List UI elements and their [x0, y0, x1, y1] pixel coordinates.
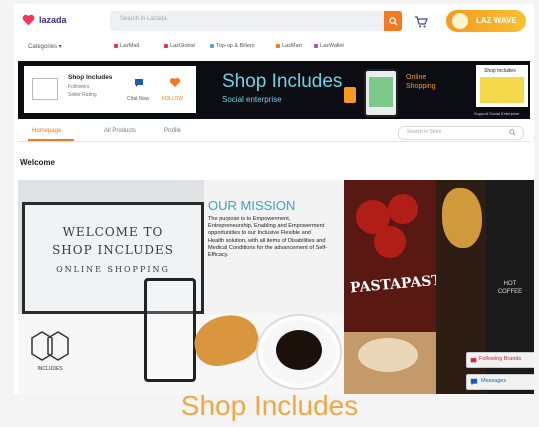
message-icon — [470, 378, 478, 386]
coffee-board-text: HOT COFFEE — [490, 280, 530, 296]
categories-dropdown[interactable]: Categories ▾ — [28, 43, 62, 50]
lazwallet-icon — [314, 44, 318, 48]
category-item-lazwallet[interactable]: LazWallet — [314, 43, 344, 49]
banner-thumbnail: Shop Includes — [476, 65, 528, 107]
store-followers: Followers — [68, 84, 90, 90]
search-icon — [388, 16, 398, 26]
thumb-image — [480, 77, 524, 103]
tab-all-products[interactable]: All Products — [104, 128, 136, 134]
cart-button[interactable] — [414, 15, 428, 33]
hero-collage: WELCOME TO SHOP INCLUDES ONLINE SHOPPING… — [18, 180, 534, 394]
messages-button[interactable]: Messages — [466, 374, 534, 390]
category-item-lazglobal[interactable]: LazGlobal — [164, 43, 195, 49]
top-bar: lazada Search in Lazada LAZ WAVE — [14, 4, 534, 38]
store-info-card: Shop Includes Followers Seller Rating Ch… — [24, 66, 196, 113]
pasta-plate — [358, 338, 418, 372]
browser-page: lazada Search in Lazada LAZ WAVE Categor… — [14, 4, 534, 394]
thumb-caption: Support Social Enterprise — [474, 111, 520, 116]
lazmall-icon — [114, 44, 118, 48]
store-icon — [470, 358, 477, 363]
store-search-input[interactable]: Search in Store — [398, 126, 524, 140]
category-item-lazmall[interactable]: LazMall — [114, 43, 139, 49]
promo-banner[interactable]: LAZ WAVE — [446, 10, 526, 32]
category-label: LazGlobal — [170, 43, 195, 49]
pasta-swirl-image — [442, 188, 482, 248]
heart-logo-icon — [22, 14, 35, 26]
follow-button[interactable]: FOLLOW — [162, 96, 183, 102]
lazglobal-icon — [164, 44, 168, 48]
welcome-line-3: ONLINE SHOPPING — [56, 265, 170, 274]
chat-now-button[interactable]: Chat Now — [127, 96, 149, 102]
image-caption: Shop Includes — [180, 390, 359, 421]
coffee-text-line1: HOT — [503, 281, 517, 287]
category-item-topup[interactable]: Top-up & Billers — [210, 43, 255, 49]
coffee-cup-image — [258, 316, 340, 388]
section-heading: Welcome — [20, 158, 55, 167]
mission-text: The purpose is to Empowerment, Entrepren… — [208, 216, 328, 259]
tab-profile[interactable]: Profile — [164, 128, 181, 134]
mission-title: OUR MISSION — [208, 198, 296, 213]
store-banner: Shop Includes Followers Seller Rating Ch… — [18, 61, 530, 119]
categories-label: Categories — [28, 44, 58, 50]
pasta-photo: PASTAPASTA — [344, 180, 453, 394]
lazmart-icon — [276, 44, 280, 48]
topup-icon — [210, 44, 214, 48]
category-item-lazmart[interactable]: LazMart — [276, 43, 302, 49]
online-label-line2: Shopping — [406, 83, 436, 90]
store-search-placeholder: Search in Store — [407, 129, 442, 135]
site-logo[interactable]: lazada — [22, 14, 67, 26]
online-shopping-label: Online Shopping — [406, 73, 436, 91]
category-label: LazWallet — [320, 43, 344, 49]
shopping-bag-icon — [344, 87, 356, 103]
store-rating: Seller Rating — [68, 92, 97, 98]
store-tabs: Homepage All Products Profile Search in … — [18, 123, 530, 142]
welcome-line-2: SHOP INCLUDES — [52, 243, 174, 257]
banner-title: Shop Includes — [222, 71, 343, 92]
search-icon — [509, 129, 516, 136]
laptop-photo: WELCOME TO SHOP INCLUDES ONLINE SHOPPING — [18, 180, 230, 314]
promo-badge-icon — [452, 13, 468, 29]
coffee-text-line2: COFFEE — [497, 289, 523, 295]
category-bar: Categories ▾ LazMall LazGlobal Top-up & … — [14, 41, 534, 55]
promo-text: LAZ WAVE — [476, 16, 517, 25]
phone-screen — [369, 77, 393, 107]
coffee-surface — [276, 330, 322, 370]
tomato-image — [374, 226, 406, 258]
store-name: Shop Includes — [68, 74, 113, 81]
mission-panel: OUR MISSION The purpose is to Empowermen… — [204, 180, 344, 314]
tab-homepage[interactable]: Homepage — [32, 128, 61, 134]
welcome-line-1: WELCOME TO — [62, 225, 164, 239]
search-placeholder: Search in Lazada — [120, 16, 167, 22]
messages-label: Messages — [481, 378, 507, 384]
logo-text: lazada — [39, 15, 67, 25]
category-label: Top-up & Billers — [216, 43, 255, 49]
active-tab-indicator — [28, 139, 74, 141]
cart-icon — [415, 16, 428, 28]
chat-icon[interactable] — [134, 78, 144, 88]
thumb-title: Shop Includes — [484, 68, 516, 74]
search-input[interactable]: Search in Lazada — [110, 11, 402, 31]
banner-subtitle: Social enterprise — [222, 95, 282, 104]
includes-logo-caption: INCLUDES — [37, 366, 63, 372]
french-press-image — [144, 278, 196, 382]
following-brands-button[interactable]: Following Brands — [466, 352, 534, 368]
category-label: LazMart — [282, 43, 302, 49]
search-button[interactable] — [384, 11, 402, 31]
online-label-line1: Online — [406, 74, 427, 81]
phone-illustration — [364, 69, 398, 117]
tomato-image — [388, 194, 418, 224]
category-label: LazMall — [120, 43, 139, 49]
following-brands-label: Following Brands — [479, 356, 522, 362]
follow-icon[interactable] — [169, 77, 181, 88]
store-logo — [32, 78, 58, 100]
includes-logo-icon — [31, 331, 69, 361]
